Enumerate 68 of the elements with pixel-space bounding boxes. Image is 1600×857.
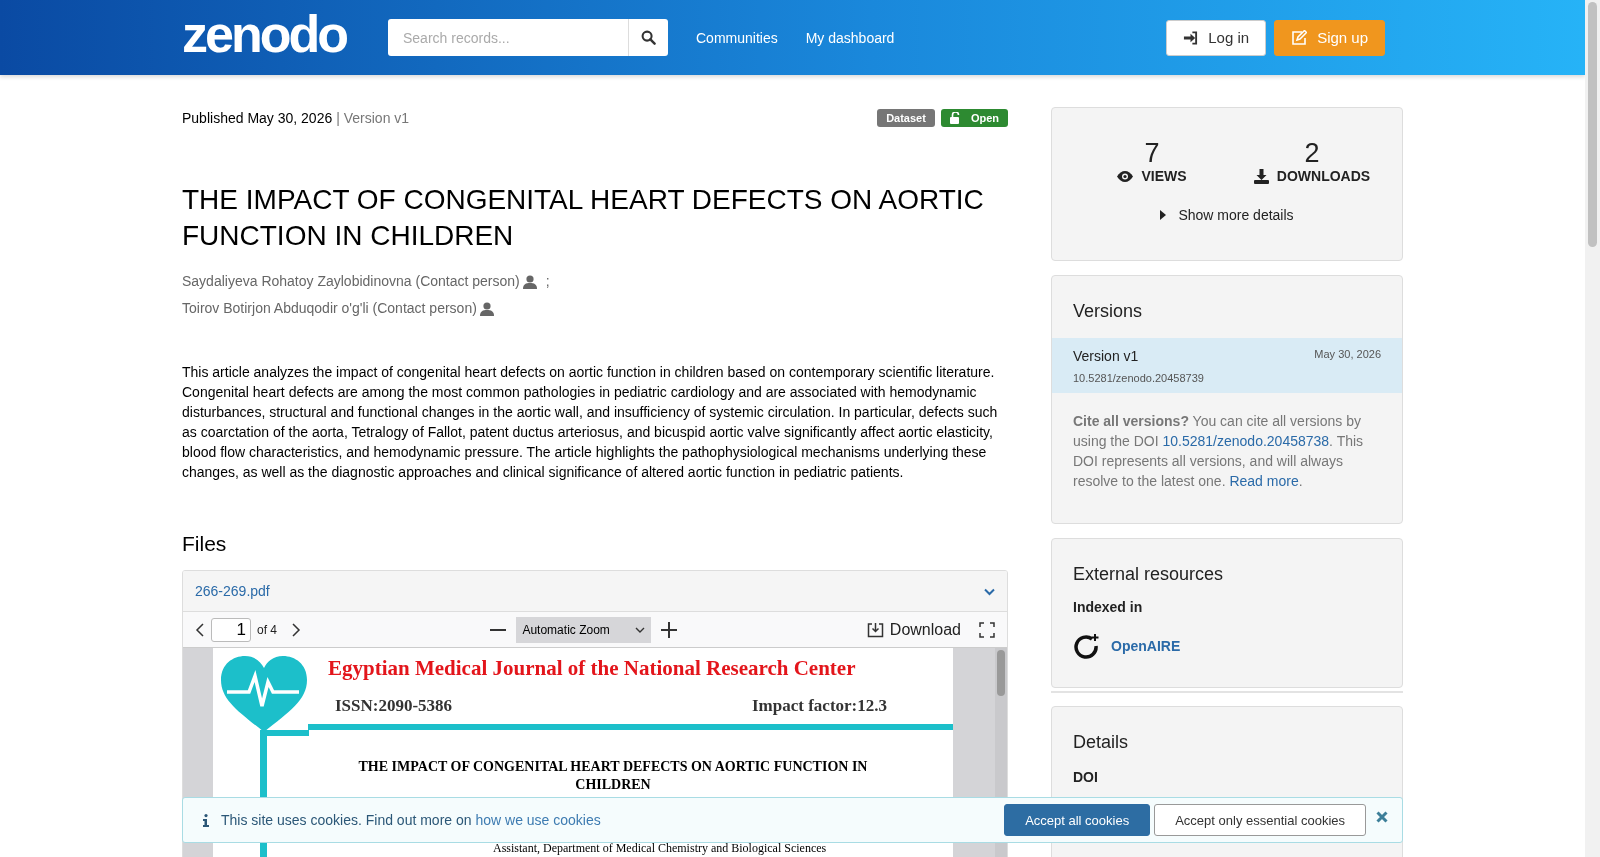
version-doi: 10.5281/zenodo.20458739 (1073, 372, 1204, 384)
read-more-link[interactable]: Read more (1229, 473, 1299, 489)
chevron-down-icon[interactable] (984, 588, 995, 596)
downloads-count: 2 (1304, 138, 1320, 168)
field-label: DOI (1072, 769, 1099, 785)
journal-title: Egyptian Medical Journal of the National Research Center (328, 656, 856, 681)
impact-factor-text: Impact factor:12.3 (752, 696, 887, 716)
downloads-label: DOWNLOADS (1276, 168, 1371, 184)
download-icon (1253, 168, 1269, 184)
section-heading: Files (182, 532, 228, 556)
info-icon (203, 813, 209, 827)
chevron-right-icon (291, 622, 301, 637)
version-label: Version v1 (1073, 348, 1139, 364)
card-heading: External resources (1072, 563, 1225, 586)
download-button[interactable]: Download (860, 619, 967, 640)
caret-right-icon (1160, 210, 1167, 220)
edit-icon (1291, 30, 1308, 45)
chevron-down-icon (635, 626, 646, 633)
version-date: May 30, 2026 (1314, 348, 1381, 362)
card-heading: Details (1072, 731, 1130, 754)
fullscreen-icon (979, 621, 995, 638)
record-title: THE IMPACT OF CONGENITAL HEART DEFECTS ON AORTIC FUNCTION IN CHILDREN (182, 183, 985, 253)
nav-link[interactable]: Communities (696, 29, 778, 46)
version-label: | Version v1 (336, 110, 410, 126)
download-icon (866, 621, 884, 638)
search-icon (641, 30, 656, 45)
accept-all-button[interactable]: Accept all cookies (1004, 804, 1151, 836)
eye-icon (1117, 170, 1134, 182)
person-icon (479, 301, 494, 316)
publication-date: Published May 30, 2026 (182, 110, 333, 126)
viewer-scrollbar-thumb[interactable] (997, 650, 1005, 696)
search-field[interactable]: Search records... (388, 19, 628, 56)
unlock-icon (949, 112, 961, 124)
file-link[interactable]: 266-269.pdf (195, 583, 270, 599)
card-heading: Versions (1072, 300, 1144, 323)
affiliation-text: Assistant, Department of Medical Chemistry and Biological Sciences (493, 842, 827, 855)
close-icon (1376, 811, 1388, 823)
zoom-dropdown[interactable]: Automatic Zoom (516, 616, 652, 643)
page-number-field[interactable]: 1 (211, 617, 251, 642)
chevron-left-icon (195, 622, 205, 637)
indexed-in-label: Indexed in (1072, 599, 1144, 615)
plus-icon (661, 621, 678, 638)
login-button[interactable]: Log in (1166, 19, 1267, 56)
version-item[interactable]: Version v1 May 30, 2026 10.5281/zenodo.20458739 (1052, 338, 1402, 393)
author-name[interactable]: Saydaliyeva Rohatoy Zaylobidinovna (Contact person) (182, 268, 520, 295)
abstract-text: This article analyzes the impact of congenital heart defects on aortic function in children based on contemporary scientific literature. Congenital heart defects are among the most common pathologies in pediatric cardiology and are associated with hemodynamic disturbances, structural and functional changes in the aortic wall, and insufficiency of systemic circulation. In particular, defects such as coarctation of the aorta, Tetralogy of Fallot, patent ductus arteriosus, and bicuspid aortic valve significantly affect aortic elasticity, blood flow characteristics, and hemodynamic pressure. The article highlights the pathophysiological mechanisms underlying these changes, as well as the diagnostic approaches and clinical significance of altered aortic function in pediatric patients. (182, 363, 999, 482)
show-more-details-toggle[interactable]: Show more details (1154, 206, 1300, 224)
site-logo[interactable]: zenodo (182, 7, 349, 60)
views-count: 7 (1144, 138, 1160, 168)
views-label: VIEWS (1141, 168, 1187, 184)
access-badge: Open (940, 109, 1008, 127)
document-title: THE IMPACT OF CONGENITAL HEART DEFECTS ON AORTIC FUNCTION IN CHILDREN (357, 758, 869, 794)
person-icon (522, 274, 537, 289)
cite-note: Cite all versions? You can cite all versions by using the DOI 10.5281/zenodo.20458738. This DOI represents all versions, and will always resolve to the latest one. Read more. (1072, 412, 1365, 491)
author-name[interactable]: Toirov Botirjon Abduqodir o'g'li (Contact person) (182, 295, 477, 322)
openaire-logo-icon (1073, 633, 1099, 659)
resource-link[interactable]: OpenAIRE (1111, 638, 1181, 654)
issn-text: ISSN:2090-5386 (335, 696, 453, 716)
resource-type-badge: Dataset (877, 109, 935, 127)
cookie-policy-link[interactable]: how we use cookies (475, 812, 601, 828)
search-button[interactable] (628, 19, 668, 56)
scrollbar[interactable] (1588, 2, 1597, 247)
page-count: of 4 (257, 622, 277, 637)
cookie-notice: This site uses cookies. Find out more on how we use cookies (221, 812, 601, 828)
nav-link[interactable]: My dashboard (805, 29, 895, 46)
accept-essential-button[interactable]: Accept only essential cookies (1154, 804, 1366, 836)
sign-in-icon (1183, 30, 1199, 45)
separator: ; (545, 272, 550, 291)
